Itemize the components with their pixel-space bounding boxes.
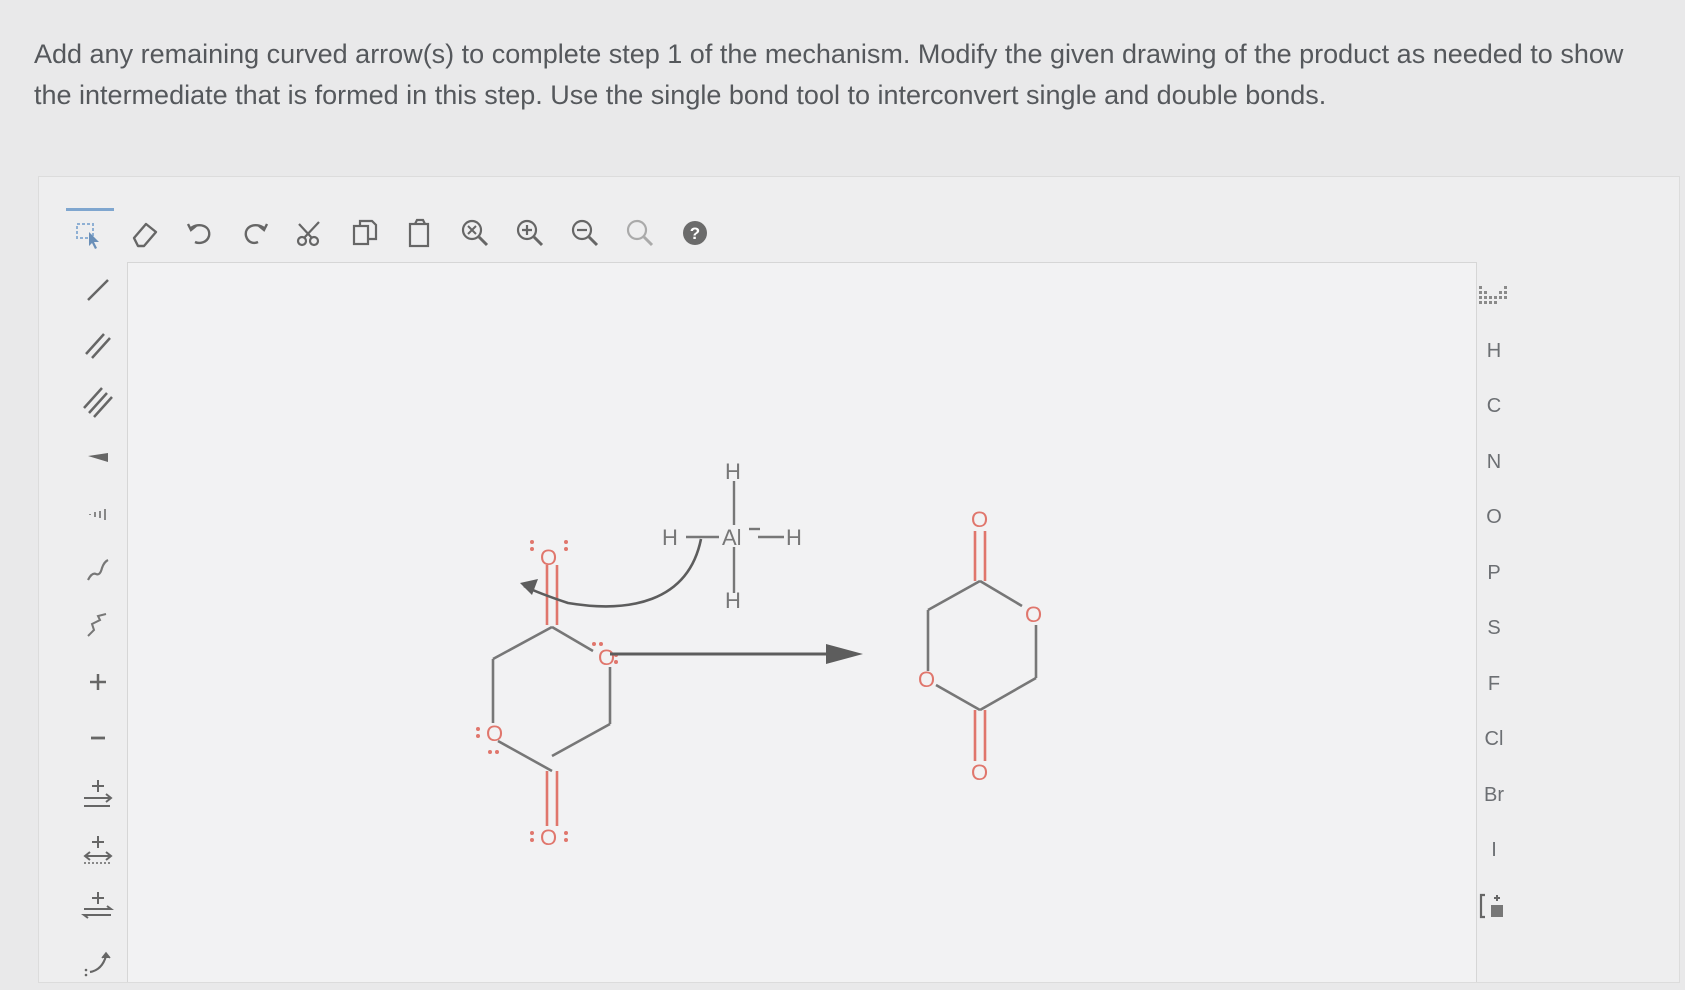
element-br[interactable]: Br [1462, 768, 1526, 824]
element-n[interactable]: N [1462, 435, 1526, 491]
periodic-table-icon [1479, 285, 1507, 304]
select-tool-button[interactable] [66, 207, 114, 259]
reactant-o-top: O [540, 545, 557, 570]
element-p[interactable]: P [1462, 546, 1526, 602]
single-bond-icon [87, 279, 109, 301]
element-o[interactable]: O [1462, 490, 1526, 546]
curved-arrow-button[interactable] [70, 934, 126, 990]
product-top-carbonyl [973, 531, 987, 581]
wavy-bond-icon [87, 559, 109, 581]
wedge-bond-icon [88, 453, 108, 462]
redo-button[interactable] [231, 209, 279, 257]
negative-charge-button[interactable] [70, 710, 126, 766]
product-o-ring-left: O [918, 667, 935, 692]
zoom-fit-button[interactable] [616, 209, 664, 257]
zoom-reset-button[interactable] [451, 209, 499, 257]
triple-bond-icon [83, 387, 113, 418]
zoom-in-button[interactable] [506, 209, 554, 257]
product-bottom-carbonyl [973, 710, 987, 761]
svg-text:?: ? [690, 224, 700, 243]
wedge-bond-button[interactable] [70, 430, 126, 486]
triple-bond-button[interactable] [70, 374, 126, 430]
curved-arrow-head [520, 579, 538, 595]
element-toolbar: H C N O P S F Cl Br I [1462, 268, 1526, 934]
alh4-al: Al [722, 525, 742, 550]
undo-icon [186, 223, 211, 245]
double-bond-icon [85, 333, 111, 359]
positive-charge-button[interactable] [70, 654, 126, 710]
chain-tool-button[interactable] [70, 598, 126, 654]
reactant-o-ring-right: O [598, 645, 615, 670]
cut-icon [296, 221, 320, 247]
wavy-bond-button[interactable] [70, 542, 126, 598]
bracket-tool-button[interactable] [1462, 879, 1526, 935]
reaction-arrow-button[interactable] [70, 766, 126, 822]
alh4-h-bottom: H [725, 588, 741, 613]
eraser-icon [132, 222, 158, 248]
reactant-ring-bonds [491, 625, 612, 773]
product-o-bottom: O [971, 760, 988, 785]
resonance-arrow-button[interactable] [70, 822, 126, 878]
element-i[interactable]: I [1462, 823, 1526, 879]
curved-arrow-icon [84, 951, 111, 977]
element-c[interactable]: C [1462, 379, 1526, 435]
undo-button[interactable] [176, 209, 224, 257]
eraser-button[interactable] [121, 209, 169, 257]
help-icon: ? [683, 221, 707, 245]
element-cl[interactable]: Cl [1462, 712, 1526, 768]
alh4-h-top: H [725, 459, 741, 484]
select-tool-icon [76, 222, 99, 249]
help-button[interactable]: ? [671, 209, 719, 257]
molecule-drawing: O O O O H H Al H H O O O O [476, 459, 1042, 850]
product-o-ring-right: O [1025, 602, 1042, 627]
alh4-h-right: H [786, 525, 802, 550]
drawing-canvas[interactable]: O O O O H H Al H H O O O O [127, 262, 1477, 982]
zoom-out-icon [571, 219, 599, 247]
reactant-o-ring-left: O [486, 721, 503, 746]
reactant-bottom-carbonyl [545, 771, 559, 826]
top-toolbar: ? [66, 207, 726, 259]
hash-bond-button[interactable] [70, 486, 126, 542]
copy-icon [352, 219, 378, 246]
paste-icon [408, 218, 430, 248]
zoom-in-icon [516, 219, 544, 247]
element-f[interactable]: F [1462, 657, 1526, 713]
product-ring-bonds [926, 579, 1038, 712]
zoom-out-button[interactable] [561, 209, 609, 257]
element-h[interactable]: H [1462, 324, 1526, 380]
reaction-arrow-icon [84, 780, 113, 807]
equilibrium-arrow-icon [81, 892, 114, 919]
resonance-arrow-icon [83, 836, 113, 864]
cut-button[interactable] [286, 209, 334, 257]
positive-charge-icon [90, 674, 106, 690]
reaction-arrow-head [826, 644, 863, 664]
element-s[interactable]: S [1462, 601, 1526, 657]
left-toolbar [70, 262, 130, 990]
periodic-table-button[interactable] [1462, 268, 1526, 324]
zoom-reset-icon [461, 219, 489, 247]
hash-bond-icon [89, 509, 106, 520]
double-bond-button[interactable] [70, 318, 126, 374]
copy-button[interactable] [341, 209, 389, 257]
equilibrium-arrow-button[interactable] [70, 878, 126, 934]
alh4-h-left: H [662, 525, 678, 550]
zoom-fit-icon [626, 219, 654, 247]
reactant-o-bottom: O [540, 825, 557, 850]
chain-tool-icon [87, 613, 107, 637]
single-bond-button[interactable] [70, 262, 126, 318]
question-prompt: Add any remaining curved arrow(s) to com… [34, 39, 1624, 110]
redo-icon [244, 223, 269, 245]
negative-charge-icon [91, 736, 105, 740]
paste-button[interactable] [396, 209, 444, 257]
product-o-top: O [971, 507, 988, 532]
bracket-tool-icon [1479, 894, 1503, 919]
